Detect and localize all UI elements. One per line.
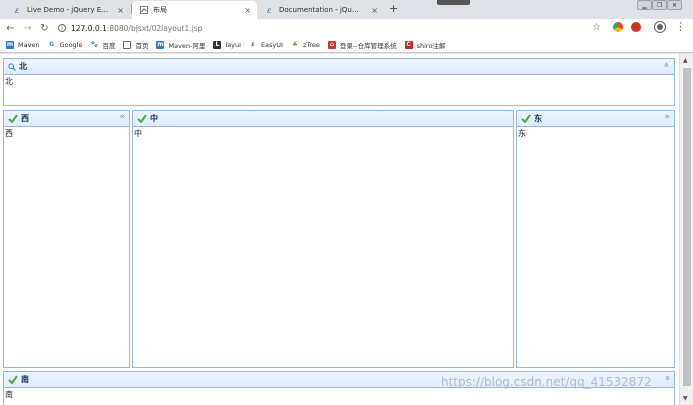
west-panel-title: 西 [21, 114, 29, 123]
page-favicon-icon [140, 6, 148, 14]
check-icon [8, 375, 18, 384]
baidu-icon: 🐾 [90, 40, 99, 49]
close-icon[interactable]: × [117, 6, 124, 15]
tab-layout[interactable]: 布局 × [132, 1, 257, 19]
url-host: 127.0.0.1 [71, 23, 107, 33]
bookmark-maven[interactable]: m Maven [6, 40, 40, 49]
north-panel-header: 北 » [4, 59, 674, 75]
profile-avatar-icon[interactable] [655, 22, 665, 32]
scroll-up-icon[interactable]: ▲ [683, 57, 688, 64]
tab-live-demo[interactable]: ε Live Demo - jQuery EasyUI × [6, 1, 130, 19]
site-info-icon[interactable]: i [58, 24, 66, 32]
bookmarks-bar: m Maven G Google 🐾 百度 首页 m Maven-阿里 L la… [0, 37, 693, 53]
collapse-left-icon[interactable]: « [119, 112, 125, 122]
check-icon [521, 114, 531, 123]
north-panel-title: 北 [19, 62, 27, 71]
east-panel-header: 东 » [517, 111, 674, 127]
tab-documentation[interactable]: ε Documentation - jQuery EasyU × [258, 1, 384, 19]
bookmark-label: Google [59, 40, 83, 49]
west-panel: 西 « 西 [3, 110, 130, 368]
home-page-icon [123, 40, 132, 49]
warehouse-icon: ⌂ [327, 40, 336, 49]
bookmark-label: 首页 [135, 41, 149, 50]
watermark: https://blog.csdn.net/qq_41532872 [441, 375, 652, 389]
center-panel-body: 中 [134, 129, 142, 138]
bookmark-shiro[interactable]: C shiro注解 [404, 40, 446, 50]
search-icon [8, 62, 16, 71]
bookmark-label: 登录--仓库管理系统 [339, 41, 397, 50]
south-panel-title: 南 [21, 375, 29, 384]
scroll-down-icon[interactable]: ▼ [683, 395, 688, 402]
bookmark-label: Maven-阿里 [168, 41, 206, 50]
east-panel: 东 » 东 [516, 110, 675, 368]
url-path: :8080/bjsxt/02layout1.jsp [106, 23, 203, 33]
close-icon[interactable]: × [244, 6, 251, 15]
tab-title: Documentation - jQuery EasyU [279, 6, 363, 14]
check-icon [8, 114, 18, 123]
bookmark-label: layui [225, 40, 241, 49]
check-icon [137, 114, 147, 123]
ztree-icon: ♣ [290, 40, 299, 49]
browser-toolbar: ← → ↻ i 127.0.0.1:8080/bjsxt/02layout1.j… [0, 19, 693, 37]
collapse-right-icon[interactable]: » [664, 112, 670, 122]
collapse-up-icon[interactable]: » [662, 62, 672, 68]
bookmark-label: EasyUI [260, 40, 283, 49]
easyui-favicon-icon: ε [267, 6, 271, 14]
abp-extension-icon[interactable] [631, 22, 641, 32]
west-panel-header: 西 « [4, 111, 129, 127]
vertical-scrollbar[interactable]: ▲ ▼ [679, 54, 693, 405]
north-panel-body: 北 [5, 77, 13, 86]
svg-text:ε: ε [15, 6, 19, 14]
google-icon: G [47, 40, 56, 49]
easyui-favicon-icon: ε [15, 6, 19, 14]
forward-icon[interactable]: → [21, 22, 34, 35]
bookmark-label: 百度 [102, 41, 116, 50]
tab-title: 布局 [153, 6, 167, 14]
bookmark-layui[interactable]: L layui [213, 40, 241, 49]
easyui-icon: ε [248, 40, 257, 49]
more-menu-icon[interactable]: ⋮ [675, 20, 686, 33]
tab-strip: ε Live Demo - jQuery EasyUI × 布局 × ε Doc… [0, 0, 693, 19]
bookmark-easyui[interactable]: ε EasyUI [248, 40, 283, 49]
bookmark-baidu[interactable]: 🐾 百度 [90, 40, 115, 50]
tab-title: Live Demo - jQuery EasyUI [27, 6, 109, 14]
new-tab-button[interactable]: + [389, 2, 398, 15]
minimize-button[interactable]: ▁ [637, 0, 652, 10]
layui-icon: L [213, 40, 222, 49]
maximize-button[interactable]: ❐ [652, 0, 667, 10]
reload-icon[interactable]: ↻ [38, 22, 51, 35]
shiro-icon: C [404, 40, 413, 49]
scrollbar-thumb[interactable] [683, 68, 691, 386]
bookmark-label: zTree [302, 40, 320, 49]
chrome-extension-icon[interactable] [613, 22, 623, 32]
bookmark-maven-aliyun[interactable]: m Maven-阿里 [156, 40, 205, 50]
bookmark-warehouse-login[interactable]: ⌂ 登录--仓库管理系统 [327, 40, 397, 50]
maven-icon: m [6, 40, 14, 49]
west-panel-body: 西 [5, 129, 13, 138]
bookmark-label: Maven [18, 40, 40, 49]
close-icon[interactable]: × [371, 6, 378, 15]
page-viewport: 北 » 北 西 « 西 中 中 东 » 东 南 » 南 ▲ ▼ https://… [0, 54, 693, 405]
bookmark-home[interactable]: 首页 [123, 40, 148, 50]
bookmark-google[interactable]: G Google [47, 40, 83, 49]
north-panel: 北 » 北 [3, 58, 675, 106]
center-panel-title: 中 [150, 114, 158, 123]
east-panel-body: 东 [518, 129, 526, 138]
bookmark-label: shiro注解 [416, 41, 446, 50]
tooltip-shape [437, 0, 470, 5]
bookmark-ztree[interactable]: ♣ zTree [290, 40, 320, 49]
svg-text:ε: ε [267, 6, 271, 14]
maven-aliyun-icon: m [156, 40, 165, 49]
back-icon[interactable]: ← [4, 22, 17, 35]
address-bar[interactable]: i 127.0.0.1:8080/bjsxt/02layout1.jsp [58, 21, 608, 35]
south-panel-body: 南 [5, 390, 13, 399]
collapse-down-icon[interactable]: » [662, 375, 672, 381]
center-panel: 中 中 [132, 110, 514, 368]
close-window-button[interactable]: ✕ [667, 0, 682, 10]
bookmark-star-icon[interactable]: ☆ [592, 22, 601, 33]
east-panel-title: 东 [534, 114, 542, 123]
center-panel-header: 中 [133, 111, 513, 127]
